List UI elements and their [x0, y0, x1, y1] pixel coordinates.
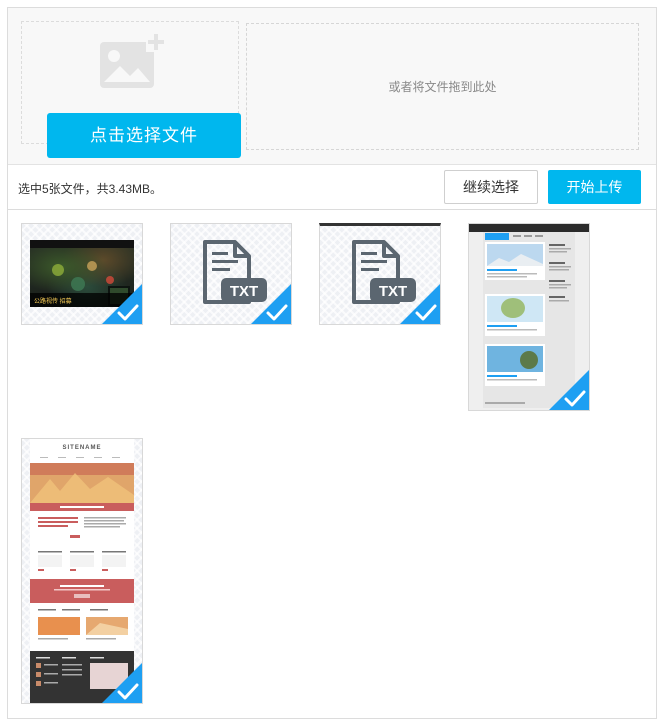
file-item-txt[interactable]: TXT [170, 223, 292, 325]
checkmark-icon [251, 284, 291, 324]
checkmark-icon [400, 284, 440, 324]
continue-select-button[interactable]: 继续选择 [444, 170, 538, 204]
checkmark-icon [549, 370, 589, 410]
select-file-button[interactable]: 点击选择文件 [47, 113, 241, 158]
start-upload-button[interactable]: 开始上传 [548, 170, 641, 204]
pick-box[interactable]: 点击选择文件 [21, 21, 241, 158]
status-bar: 选中5张文件，共3.43MB。 继续选择 开始上传 [8, 165, 656, 210]
file-item-game-screenshot[interactable]: 公路视传 招募 [21, 223, 143, 325]
add-image-icon [100, 32, 166, 88]
uploader-panel: 点击选择文件 或者将文件拖到此处 选中5张文件，共3.43MB。 继续选择 开始… [7, 7, 657, 719]
file-pick-area: 点击选择文件 或者将文件拖到此处 [8, 8, 656, 165]
checkmark-icon [102, 663, 142, 703]
selection-summary: 选中5张文件，共3.43MB。 [18, 182, 163, 196]
drop-zone[interactable]: 或者将文件拖到此处 [246, 23, 639, 150]
checkmark-icon [102, 284, 142, 324]
sitename-header: SITENAME [62, 445, 101, 451]
drop-hint: 或者将文件拖到此处 [388, 80, 497, 94]
file-item-blog-template[interactable] [468, 223, 590, 411]
file-item-txt[interactable]: TXT [319, 223, 441, 325]
game-hud-text: 公路视传 招募 [34, 299, 72, 305]
file-item-sitename-template[interactable]: SITENAME [21, 438, 143, 704]
